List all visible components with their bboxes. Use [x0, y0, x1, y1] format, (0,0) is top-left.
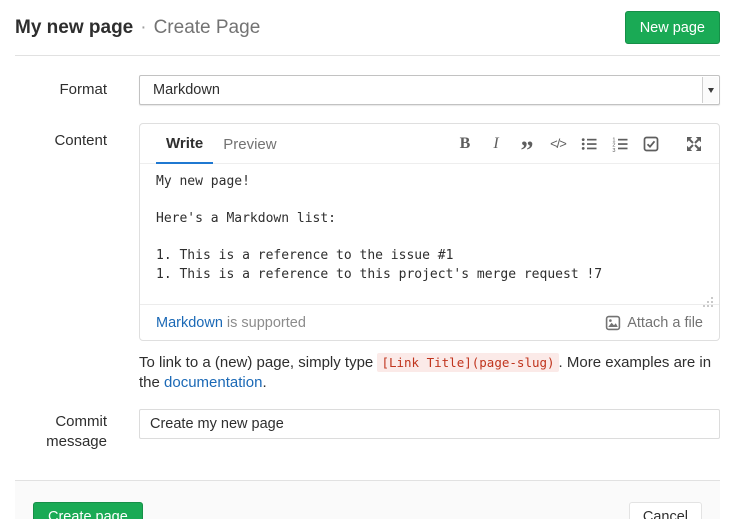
format-field-row: Format Markdown	[15, 75, 720, 105]
editor-footer: Markdown is supported Attach a file	[140, 305, 719, 340]
commit-field-row: Commit message	[15, 409, 720, 452]
editor-textarea-wrap: My new page! Here's a Markdown list: 1. …	[140, 164, 719, 305]
markdown-supported-text: Markdown is supported	[156, 315, 306, 331]
content-textarea[interactable]: My new page! Here's a Markdown list: 1. …	[140, 164, 719, 305]
page-title-text: My new page	[15, 17, 133, 39]
numbered-list-icon[interactable]: 1 2 3	[611, 135, 629, 153]
create-page-button[interactable]: Create page	[33, 502, 143, 519]
image-file-icon	[605, 315, 621, 331]
code-icon[interactable]: </>	[549, 135, 567, 153]
form-actions: Create page Cancel	[15, 480, 720, 519]
bold-icon[interactable]: B	[456, 135, 474, 153]
chevron-down-icon	[708, 88, 714, 93]
format-label: Format	[15, 80, 107, 100]
help-before: To link to a (new) page, simply type	[139, 354, 377, 371]
editor-toolbar: Write Preview B I ” </>	[140, 124, 719, 164]
markdown-editor: Write Preview B I ” </>	[139, 123, 720, 341]
commit-message-label: Commit message	[15, 409, 107, 452]
cancel-button[interactable]: Cancel	[629, 502, 702, 519]
page-container: My new page · Create Page New page Forma…	[15, 0, 720, 519]
content-field-row: Content Write Preview B I ” </>	[15, 123, 720, 392]
inline-code: [Link Title](page-slug)	[377, 353, 558, 372]
format-select[interactable]: Markdown	[139, 75, 720, 105]
link-help-text: To link to a (new) page, simply type [Li…	[139, 353, 720, 392]
markdown-help-link[interactable]: Markdown	[156, 315, 223, 331]
commit-message-input[interactable]	[139, 409, 720, 439]
fullscreen-icon[interactable]	[685, 135, 703, 153]
toolbar-icons: B I ” </> 1 2	[456, 124, 703, 163]
content-label: Content	[15, 123, 107, 151]
resize-handle[interactable]	[703, 297, 705, 299]
page-title: My new page · Create Page	[15, 17, 260, 39]
new-page-button[interactable]: New page	[625, 11, 720, 44]
page-subtitle: Create Page	[154, 17, 261, 39]
help-period: .	[262, 374, 266, 391]
svg-text:3: 3	[612, 147, 615, 151]
attach-file-button[interactable]: Attach a file	[605, 315, 703, 331]
attach-file-label: Attach a file	[627, 315, 703, 331]
supported-label: is supported	[227, 315, 306, 331]
select-arrow-strip	[702, 77, 718, 103]
task-list-icon[interactable]	[642, 135, 660, 153]
italic-icon[interactable]: I	[487, 135, 505, 153]
title-separator: ·	[140, 17, 146, 39]
bulleted-list-icon[interactable]	[580, 135, 598, 153]
documentation-link[interactable]: documentation	[164, 374, 262, 391]
format-select-value: Markdown	[153, 82, 220, 98]
blockquote-icon[interactable]: ”	[518, 135, 536, 153]
tab-write[interactable]: Write	[156, 124, 213, 164]
page-header: My new page · Create Page New page	[15, 0, 720, 56]
tab-preview[interactable]: Preview	[213, 124, 286, 164]
